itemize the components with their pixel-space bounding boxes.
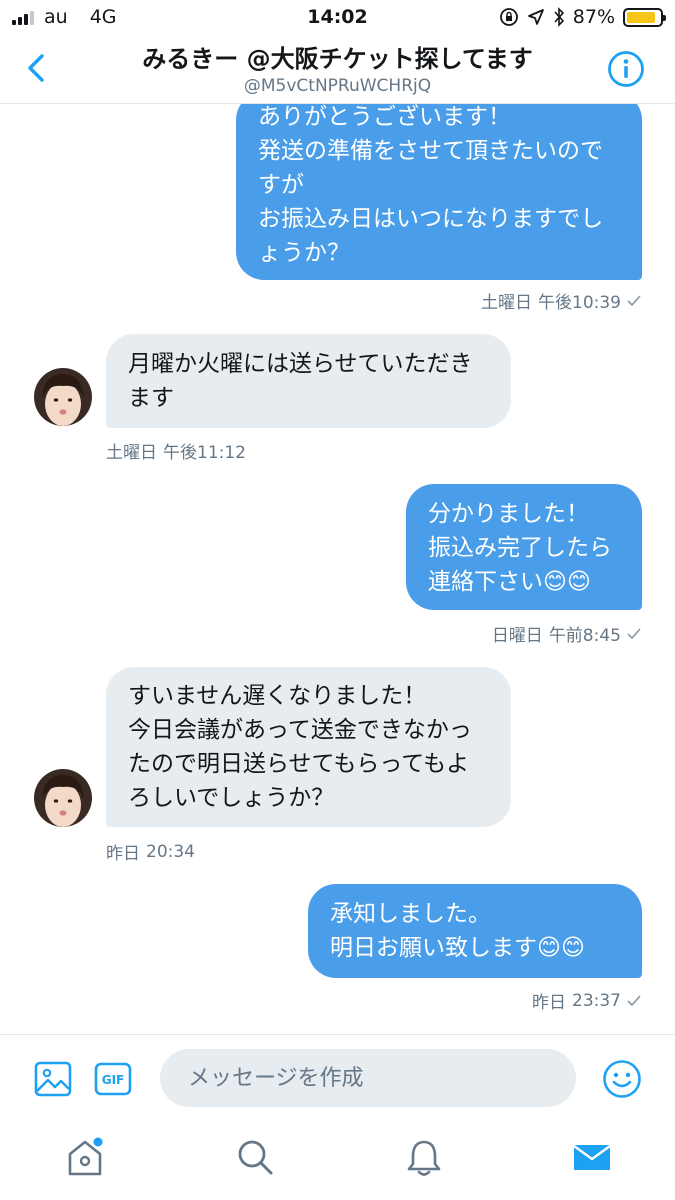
info-circle-icon[interactable] <box>607 50 645 88</box>
message-line: 承知しました。 <box>330 901 491 927</box>
avatar-image <box>34 368 92 426</box>
conversation-title: みるきー @大阪チケット探してます <box>142 45 533 73</box>
message-line: 発送の準備をさせて頂きたいので <box>258 138 603 164</box>
timestamp-time: 午後11:12 <box>163 443 246 463</box>
checkmark-icon <box>627 994 641 1006</box>
messages-envelope-icon[interactable] <box>571 1136 613 1178</box>
gif-label: GIF <box>102 1073 125 1087</box>
avatar[interactable] <box>34 368 92 426</box>
message-line: 今日会議があって送金できなかっ <box>128 717 472 743</box>
location-arrow-icon <box>527 9 544 25</box>
orientation-lock-icon <box>499 8 518 26</box>
sent-message-bubble[interactable]: 承知しました。 明日お願い致します😊😊 <box>308 884 642 978</box>
checkmark-icon <box>627 294 641 306</box>
message-line: ろしいでしょうか？ <box>128 785 335 811</box>
message-line: ありがとうございます！ <box>258 104 511 130</box>
timestamp-time: 23:37 <box>572 990 621 1011</box>
received-message-bubble[interactable]: すいません遅くなりました！ 今日会議があって送金できなかっ たので明日送らせても… <box>106 667 511 827</box>
timestamp-day: 昨日 <box>106 844 140 864</box>
checkmark-icon <box>627 627 641 639</box>
gif-button[interactable]: GIF <box>94 1061 132 1097</box>
notifications-bell-icon[interactable] <box>403 1136 445 1178</box>
new-content-dot <box>93 1137 103 1147</box>
timestamp-day: 土曜日 <box>106 443 157 463</box>
timestamp-time: 午後10:39 <box>538 293 621 313</box>
message-line: すいません遅くなりました！ <box>128 683 427 709</box>
avatar[interactable] <box>34 769 92 827</box>
message-thread[interactable]: ありがとうございます！ 発送の準備をさせて頂きたいので すが お振込み日はいつに… <box>0 104 675 1034</box>
avatar-image <box>34 769 92 827</box>
home-icon[interactable] <box>64 1136 106 1178</box>
battery-icon <box>623 7 666 27</box>
message-timestamp: 昨日 20:34 <box>106 839 195 865</box>
chevron-left-icon[interactable] <box>22 50 54 86</box>
sent-message-bubble[interactable]: ありがとうございます！ 発送の準備をさせて頂きたいので すが お振込み日はいつに… <box>236 104 642 280</box>
battery-level-fill <box>627 11 655 23</box>
message-input[interactable] <box>160 1049 576 1107</box>
image-icon[interactable] <box>34 1061 72 1097</box>
message-line: 連絡下さい😊😊 <box>428 569 591 595</box>
timestamp-time: 20:34 <box>146 841 195 862</box>
message-timestamp: 土曜日 午後10:39 <box>481 288 641 313</box>
conversation-handle: @M5vCtNPRuWCHRjQ <box>243 76 432 96</box>
timestamp-day: 昨日 <box>532 993 566 1013</box>
message-line: ょうか？ <box>258 240 350 266</box>
timestamp-time: 午前8:45 <box>548 626 621 646</box>
message-line: ます <box>128 385 174 411</box>
smiley-icon[interactable] <box>602 1059 642 1099</box>
message-timestamp: 日曜日 午前8:45 <box>492 621 641 646</box>
message-timestamp: 土曜日 午後11:12 <box>106 438 246 463</box>
battery-percent: 87% <box>572 6 615 28</box>
bottom-tab-bar <box>0 1120 675 1200</box>
conversation-title-block[interactable]: みるきー @大阪チケット探してます @M5vCtNPRuWCHRjQ <box>90 42 585 96</box>
message-line: 分かりました！ <box>428 501 589 527</box>
message-line: 明日お願い致します😊😊 <box>330 935 585 961</box>
message-line: 月曜か火曜には送らせていただき <box>128 351 473 377</box>
message-line: お振込み日はいつになりますでし <box>258 206 604 232</box>
search-icon[interactable] <box>234 1136 276 1178</box>
bluetooth-icon <box>554 7 564 27</box>
received-message-bubble[interactable]: 月曜か火曜には送らせていただき ます <box>106 334 511 428</box>
message-line: すが <box>258 172 304 198</box>
message-line: 振込み完了したら <box>428 535 612 561</box>
conversation-header: みるきー @大阪チケット探してます @M5vCtNPRuWCHRjQ <box>0 36 675 104</box>
message-composer: GIF <box>0 1034 675 1120</box>
status-bar: au 4G 14:02 87% <box>0 0 675 36</box>
timestamp-day: 日曜日 <box>491 626 543 646</box>
timestamp-day: 土曜日 <box>481 293 532 313</box>
message-line: たので明日送らせてもらってもよ <box>128 751 470 777</box>
message-timestamp: 昨日 23:37 <box>532 988 641 1013</box>
sent-message-bubble[interactable]: 分かりました！ 振込み完了したら 連絡下さい😊😊 <box>406 484 642 610</box>
